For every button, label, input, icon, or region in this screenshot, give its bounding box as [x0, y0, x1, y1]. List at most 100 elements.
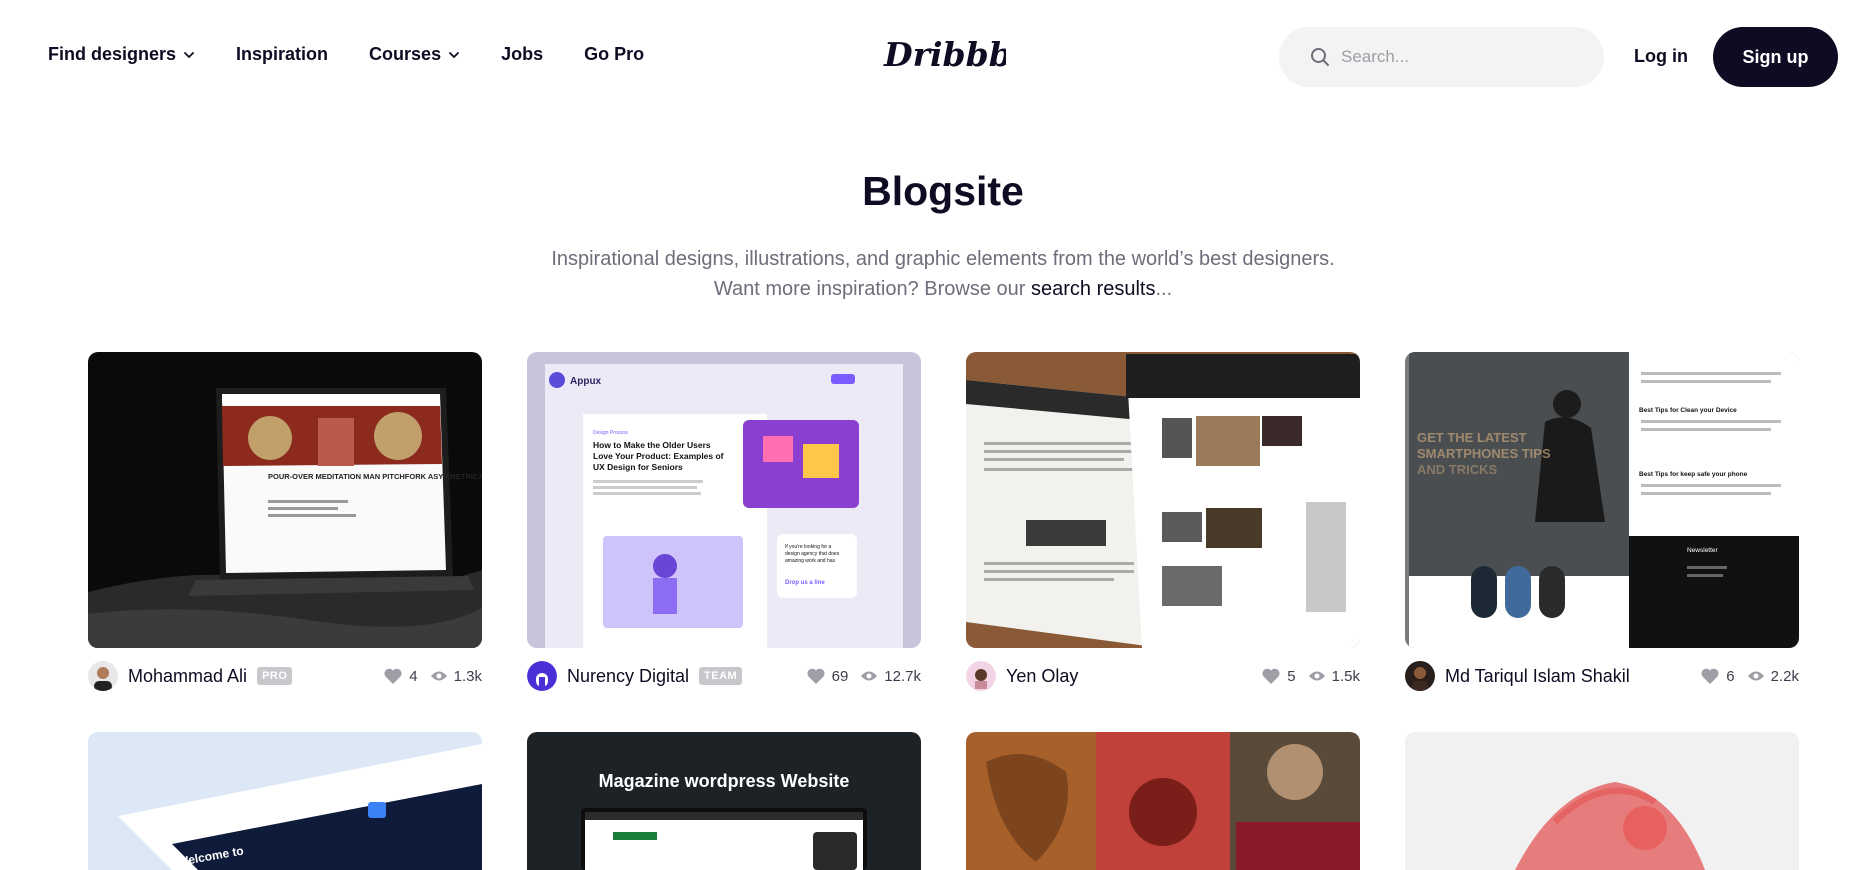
subtitle-prefix: Want more inspiration? Browse our [713, 278, 1031, 300]
svg-text:Magazine wordpress Website: Magazine wordpress Website [599, 771, 850, 791]
nav-courses-label: Courses [369, 44, 442, 64]
nav-find-designers[interactable]: Find designers [48, 44, 195, 65]
shot-card: Magazine wordpress Website [527, 732, 921, 870]
shot-thumbnail[interactable]: Appux Design Process How to Make the Old… [527, 352, 921, 648]
search-results-link[interactable]: search results [1031, 278, 1156, 300]
shot-card: Appux Design Process How to Make the Old… [527, 352, 921, 691]
views-count: 1.3k [453, 667, 482, 685]
svg-text:Drop us a line: Drop us a line [785, 580, 825, 586]
eye-icon [861, 671, 878, 681]
shot-image-portraits [966, 732, 1360, 870]
search-input[interactable] [1341, 47, 1581, 67]
svg-text:GET THE LATEST: GET THE LATEST [1417, 430, 1527, 445]
page-title: Blogsite [862, 168, 1024, 214]
shot-image-appux: Appux Design Process How to Make the Old… [527, 352, 921, 648]
shot-thumbnail[interactable] [966, 732, 1360, 870]
svg-text:How to Make the Older Users: How to Make the Older Users [593, 440, 711, 450]
shot-card: Yen Olay 5 1.5k [966, 352, 1360, 691]
shot-meta: Mohammad Ali PRO 4 1.3k [88, 660, 482, 692]
svg-text:design agency that does: design agency that does [785, 551, 840, 557]
avatar[interactable] [88, 661, 118, 691]
shot-stats: 69 12.7k [806, 667, 921, 685]
author-name[interactable]: Nurency Digital [567, 666, 689, 687]
search-icon [1311, 48, 1329, 66]
svg-text:Newsletter: Newsletter [1687, 547, 1719, 554]
shot-thumbnail[interactable]: GET THE LATEST SMARTPHONES TIPS AND TRIC… [1405, 352, 1799, 648]
author-name[interactable]: Yen Olay [1006, 666, 1078, 687]
svg-text:Dribbble: Dribbble [883, 35, 1006, 74]
pro-badge: PRO [257, 667, 293, 685]
svg-text:Best Tips for keep safe your p: Best Tips for keep safe your phone [1639, 471, 1748, 478]
views-count: 12.7k [884, 667, 921, 685]
nav-inspiration[interactable]: Inspiration [236, 44, 328, 65]
shot-thumbnail[interactable]: Magazine wordpress Website [527, 732, 921, 870]
nav-jobs[interactable]: Jobs [501, 44, 543, 65]
views-count: 2.2k [1770, 667, 1799, 685]
shot-meta: Md Tariqul Islam Shakil 6 2.2k [1405, 660, 1799, 692]
shot-thumbnail[interactable] [966, 352, 1360, 648]
shot-stats: 5 1.5k [1261, 667, 1360, 685]
shot-image-smartphone-blog: GET THE LATEST SMARTPHONES TIPS AND TRIC… [1405, 352, 1799, 648]
shot-stats: 6 2.2k [1700, 667, 1799, 685]
eye-icon [430, 671, 447, 681]
top-navigation: Find designers Inspiration Courses Jobs … [0, 0, 1868, 114]
heart-icon[interactable] [806, 667, 826, 685]
svg-text:amazing work and has: amazing work and has [785, 558, 836, 564]
svg-text:AND TRICKS: AND TRICKS [1417, 462, 1497, 477]
login-link[interactable]: Log in [1634, 46, 1688, 67]
author-name[interactable]: Md Tariqul Islam Shakil [1445, 666, 1630, 687]
shot-meta: Nurency Digital TEAM 69 12.7k [527, 660, 921, 692]
chevron-down-icon [449, 51, 459, 58]
svg-text:POUR-OVER MEDITATION MAN PITCH: POUR-OVER MEDITATION MAN PITCHFORK ASYMM… [268, 472, 482, 481]
svg-text:UX Design for Seniors: UX Design for Seniors [593, 462, 683, 472]
primary-nav: Find designers Inspiration Courses Jobs … [48, 44, 685, 65]
shot-image-welcome: Welcome to [88, 732, 482, 870]
avatar[interactable] [966, 661, 996, 691]
shot-image-editorial [966, 352, 1360, 648]
heart-icon[interactable] [1261, 667, 1281, 685]
svg-text:If you're looking for a: If you're looking for a [785, 544, 831, 550]
search-bar[interactable] [1279, 27, 1604, 87]
eye-icon [1308, 671, 1325, 681]
svg-text:Appux: Appux [570, 376, 602, 387]
nav-courses[interactable]: Courses [369, 44, 460, 65]
svg-text:Design Process: Design Process [593, 430, 629, 436]
dribbble-wordmark: Dribbble [883, 35, 1045, 74]
shot-card [1405, 732, 1799, 870]
likes-count: 5 [1287, 667, 1296, 685]
avatar[interactable] [527, 661, 557, 691]
subtitle-line-2: Want more inspiration? Browse our search… [0, 274, 1868, 304]
shot-thumbnail[interactable]: Welcome to [88, 732, 482, 870]
shot-image-laptop: POUR-OVER MEDITATION MAN PITCHFORK ASYMM… [88, 352, 482, 648]
signup-button[interactable]: Sign up [1713, 27, 1838, 87]
views-count: 1.5k [1331, 667, 1360, 685]
heart-icon[interactable] [383, 667, 403, 685]
shot-meta: Yen Olay 5 1.5k [966, 660, 1360, 692]
svg-text:Best Tips for Clean your Devic: Best Tips for Clean your Device [1639, 407, 1737, 414]
svg-text:SMARTPHONES TIPS: SMARTPHONES TIPS [1417, 446, 1551, 461]
author-name[interactable]: Mohammad Ali [128, 666, 247, 687]
subtitle-line-1: Inspirational designs, illustrations, an… [551, 248, 1335, 270]
heart-icon[interactable] [1700, 667, 1720, 685]
page-subtitle: Inspirational designs, illustrations, an… [0, 244, 1868, 304]
shot-card: POUR-OVER MEDITATION MAN PITCHFORK ASYMM… [88, 352, 482, 691]
shot-thumbnail[interactable]: POUR-OVER MEDITATION MAN PITCHFORK ASYMM… [88, 352, 482, 648]
avatar-image [88, 661, 118, 691]
nav-find-designers-label: Find designers [48, 44, 177, 64]
team-badge: TEAM [699, 667, 743, 685]
subtitle-suffix: ... [1155, 278, 1173, 300]
avatar[interactable] [1405, 661, 1435, 691]
likes-count: 69 [831, 667, 849, 685]
chevron-down-icon [184, 51, 194, 58]
svg-text:Love Your Product: Examples of: Love Your Product: Examples of [593, 451, 724, 461]
shot-image-magazine: Magazine wordpress Website [527, 732, 921, 870]
shot-card [966, 732, 1360, 870]
dribbble-logo[interactable]: Dribbble [880, 32, 1045, 76]
likes-count: 6 [1726, 667, 1735, 685]
avatar-image [966, 661, 996, 691]
eye-icon [1747, 671, 1764, 681]
shot-thumbnail[interactable] [1405, 732, 1799, 870]
avatar-image [527, 661, 557, 691]
nav-go-pro[interactable]: Go Pro [584, 44, 644, 65]
shot-card: GET THE LATEST SMARTPHONES TIPS AND TRIC… [1405, 352, 1799, 691]
